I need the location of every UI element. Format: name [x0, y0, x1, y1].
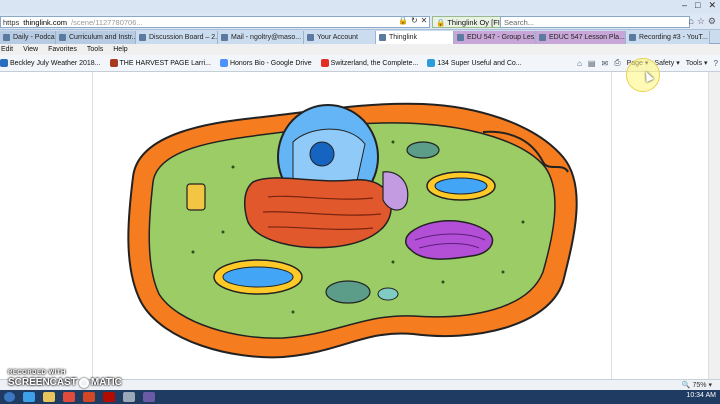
tab-favicon: [539, 34, 546, 41]
clock: 10:34 AM: [686, 392, 716, 399]
address-row: https thinglink.com /scene/1127780706...…: [0, 14, 720, 30]
feeds-icon[interactable]: ▤: [588, 59, 596, 68]
maximize-button[interactable]: □: [695, 0, 700, 11]
site-identity-badge[interactable]: 🔒 Thinglink Oy [FI]: [432, 16, 506, 28]
title-bar: – □ ✕: [0, 0, 720, 14]
tab-label: Curriculum and Instr...: [69, 34, 136, 41]
media-icon[interactable]: [143, 392, 155, 402]
tab-7[interactable]: EDUC 547 Lesson Pla...: [536, 31, 626, 44]
tab-label: Discussion Board – 2...: [149, 34, 218, 41]
nucleolus: [309, 141, 335, 167]
tools-menu-button[interactable]: Tools ▾: [686, 59, 708, 67]
star-icon[interactable]: ☆: [697, 16, 705, 27]
mitochondrion-inner: [434, 177, 488, 195]
tab-favicon: [307, 34, 314, 41]
tab-label: Your Account: [317, 34, 358, 41]
favicon: [109, 59, 118, 67]
window-controls: – □ ✕: [682, 0, 716, 11]
tab-favicon: [139, 34, 146, 41]
refresh-icon[interactable]: ↻: [411, 16, 418, 25]
tab-3[interactable]: Mail - ngoltry@maso...: [218, 31, 304, 44]
vacuole: [406, 141, 440, 159]
tab-5[interactable]: Thinglink: [376, 31, 454, 44]
tab-favicon: [457, 34, 464, 41]
home-icon[interactable]: ⌂: [577, 59, 582, 68]
address-tools: 🔒 ↻ ✕: [398, 16, 427, 25]
vacuole: [325, 280, 371, 304]
tab-label: Thinglink: [389, 34, 418, 41]
tab-favicon: [3, 34, 10, 41]
golgi-apparatus: [405, 220, 494, 260]
taskbar: 10:34 AM: [0, 390, 720, 404]
minimize-button[interactable]: –: [682, 0, 687, 11]
favorite-link[interactable]: Switzerland, the Complete...: [320, 59, 418, 67]
mail-icon[interactable]: ✉: [601, 59, 608, 68]
vertical-scrollbar[interactable]: [708, 72, 720, 379]
tab-label: Daily - Podcasts: [13, 34, 55, 41]
tab-label: EDUC 547 Lesson Pla...: [549, 34, 625, 41]
tab-label: Recording #3 - YouT...: [639, 34, 708, 41]
favorite-link[interactable]: Beckley July Weather 2018...: [0, 59, 101, 67]
thinglink-image[interactable]: [92, 72, 612, 379]
snipping-icon[interactable]: [123, 392, 135, 402]
safety-menu-button[interactable]: Safety ▾: [654, 59, 679, 67]
tab-2[interactable]: Discussion Board – 2...: [136, 31, 218, 44]
stop-icon[interactable]: ✕: [421, 16, 428, 25]
lysosome: [377, 287, 399, 301]
powerpoint-icon[interactable]: [83, 392, 95, 402]
menu-edit[interactable]: Edit: [1, 46, 13, 53]
url-protocol: https: [3, 17, 20, 27]
explorer-icon[interactable]: [43, 392, 55, 402]
lock-icon: 🔒: [436, 17, 446, 27]
address-bar[interactable]: https thinglink.com /scene/1127780706...: [0, 16, 430, 28]
tab-favicon: [59, 34, 66, 41]
tab-label: Mail - ngoltry@maso...: [231, 34, 302, 41]
favorite-link[interactable]: 134 Super Useful and Co...: [427, 59, 522, 67]
favorites-bar: Beckley July Weather 2018... THE HARVEST…: [0, 55, 720, 72]
favicon: [0, 59, 8, 67]
favicon: [320, 59, 329, 67]
screencast-watermark: RECORDED WITH SCREENCAST MATIC: [8, 370, 122, 388]
search-input[interactable]: Search...: [500, 16, 690, 28]
menu-view[interactable]: View: [23, 46, 38, 53]
favicon: [427, 59, 436, 67]
rough-er: [243, 177, 392, 249]
menu-help[interactable]: Help: [113, 46, 127, 53]
tab-favicon: [379, 34, 386, 41]
lock-icon[interactable]: 🔒: [398, 16, 408, 25]
tab-0[interactable]: Daily - Podcasts: [0, 31, 56, 44]
ie-icon[interactable]: [23, 392, 35, 402]
tab-1[interactable]: Curriculum and Instr...: [56, 31, 136, 44]
chrome-icon[interactable]: [63, 392, 75, 402]
browser-icons: ⌂ ☆ ⚙: [688, 16, 716, 27]
tab-4[interactable]: Your Account: [304, 31, 376, 44]
animal-cell-illustration: [127, 102, 578, 359]
tab-bar: Daily - Podcasts Curriculum and Instr... D…: [0, 30, 720, 44]
favorite-link[interactable]: THE HARVEST PAGE Larri...: [109, 59, 211, 67]
acrobat-icon[interactable]: [103, 392, 115, 402]
tab-label: EDU 547 - Group Les...: [467, 34, 536, 41]
menu-favorites[interactable]: Favorites: [48, 46, 77, 53]
mitochondrion-inner: [222, 266, 294, 288]
favicon: [219, 59, 228, 67]
zoom-level[interactable]: 🔍 75% ▾: [682, 381, 712, 389]
close-button[interactable]: ✕: [708, 0, 716, 11]
url-host: thinglink.com: [23, 17, 68, 27]
url-path: /scene/1127780706...: [71, 17, 143, 27]
gear-icon[interactable]: ⚙: [708, 16, 716, 27]
tab-8[interactable]: Recording #3 - YouT...: [626, 31, 710, 44]
record-icon: [78, 377, 89, 388]
favorite-link[interactable]: Honors Bio - Google Drive: [219, 59, 312, 67]
print-icon[interactable]: ⎙: [614, 58, 620, 68]
centriole: [186, 183, 206, 211]
tab-favicon: [221, 34, 228, 41]
home-icon[interactable]: ⌂: [688, 16, 693, 27]
start-icon[interactable]: [4, 392, 15, 402]
help-icon[interactable]: ?: [714, 59, 718, 68]
menu-tools[interactable]: Tools: [87, 46, 103, 53]
tab-favicon: [629, 34, 636, 41]
menu-bar: Edit View Favorites Tools Help: [0, 44, 720, 55]
tab-6[interactable]: EDU 547 - Group Les...: [454, 31, 536, 44]
